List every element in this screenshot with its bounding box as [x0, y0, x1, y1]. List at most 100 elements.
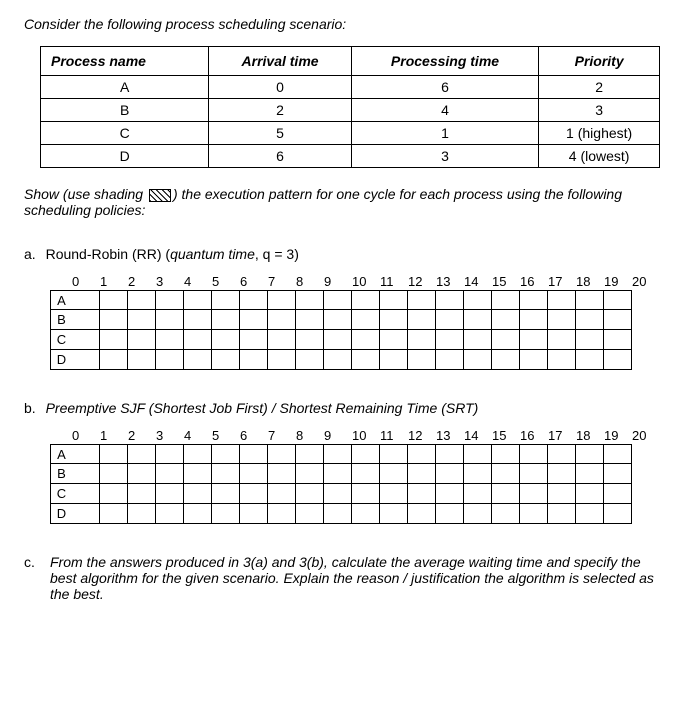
- gantt-cell: [604, 444, 632, 464]
- gantt-cell: [240, 330, 268, 350]
- table-header-row: Process name Arrival time Processing tim…: [41, 47, 660, 76]
- gantt-cell: [436, 464, 464, 484]
- gantt-cell: [520, 310, 548, 330]
- gantt-cell: [408, 310, 436, 330]
- gantt-cell: [492, 464, 520, 484]
- gantt-cell: [576, 290, 604, 310]
- intro-text: Consider the following process schedulin…: [24, 16, 667, 32]
- gantt-cell: [548, 290, 576, 310]
- gantt-cell: [296, 310, 324, 330]
- gantt-cell: [520, 464, 548, 484]
- time-label: 8: [296, 428, 324, 443]
- table-row: A 0 6 2: [41, 76, 660, 99]
- gantt-cell: [324, 310, 352, 330]
- gantt-cell: [184, 310, 212, 330]
- gantt-cell: [212, 464, 240, 484]
- cell-name: A: [41, 76, 209, 99]
- time-label: 11: [380, 428, 408, 443]
- gantt-cell: [352, 330, 380, 350]
- cell-processing: 1: [351, 122, 539, 145]
- gantt-row: D: [50, 350, 667, 370]
- gantt-cell: [100, 290, 128, 310]
- th-arrival: Arrival time: [209, 47, 351, 76]
- gantt-b: 01234567891011121314151617181920ABCD: [50, 428, 667, 524]
- gantt-cell: [408, 330, 436, 350]
- gantt-cell: [492, 290, 520, 310]
- gantt-cell: [380, 350, 408, 370]
- gantt-cell: [520, 350, 548, 370]
- gantt-a: 01234567891011121314151617181920ABCD: [50, 274, 667, 370]
- gantt-cell: [492, 330, 520, 350]
- gantt-cell: [464, 464, 492, 484]
- gantt-cell: [604, 350, 632, 370]
- time-label: 14: [464, 428, 492, 443]
- instruction-pre: Show (use shading: [24, 186, 147, 202]
- cell-name: C: [41, 122, 209, 145]
- gantt-cell: [156, 330, 184, 350]
- section-c: c. From the answers produced in 3(a) and…: [24, 554, 667, 602]
- gantt-cell: [240, 290, 268, 310]
- th-processing: Processing time: [351, 47, 539, 76]
- cell-priority: 2: [539, 76, 660, 99]
- gantt-cell: [212, 330, 240, 350]
- gantt-cell: [100, 484, 128, 504]
- time-label: 17: [548, 274, 576, 289]
- gantt-cell: [352, 464, 380, 484]
- gantt-cell: [100, 350, 128, 370]
- gantt-cell: [268, 444, 296, 464]
- gantt-cell: [296, 504, 324, 524]
- gantt-cell: [128, 464, 156, 484]
- gantt-row-label: A: [50, 444, 72, 464]
- gantt-cell: [464, 290, 492, 310]
- time-label: 16: [520, 274, 548, 289]
- time-label: 4: [184, 274, 212, 289]
- process-table: Process name Arrival time Processing tim…: [40, 46, 660, 168]
- gantt-cell: [184, 484, 212, 504]
- section-a-marker: a.: [24, 246, 36, 262]
- gantt-cell: [436, 444, 464, 464]
- time-label: 12: [408, 274, 436, 289]
- gantt-cell: [464, 310, 492, 330]
- gantt-cell: [408, 504, 436, 524]
- table-row: C 5 1 1 (highest): [41, 122, 660, 145]
- gantt-cell: [128, 484, 156, 504]
- gantt-cell: [240, 464, 268, 484]
- gantt-cell: [492, 484, 520, 504]
- cell-priority: 1 (highest): [539, 122, 660, 145]
- cell-processing: 3: [351, 145, 539, 168]
- gantt-cell: [548, 330, 576, 350]
- gantt-cell: [492, 310, 520, 330]
- cell-arrival: 5: [209, 122, 351, 145]
- time-label: 13: [436, 428, 464, 443]
- gantt-cell: [268, 290, 296, 310]
- gantt-cell: [212, 444, 240, 464]
- gantt-cell: [240, 350, 268, 370]
- gantt-row: A: [50, 290, 667, 310]
- time-label: 10: [352, 428, 380, 443]
- gantt-cell: [380, 310, 408, 330]
- cell-processing: 6: [351, 76, 539, 99]
- gantt-cell: [520, 504, 548, 524]
- time-label: 16: [520, 428, 548, 443]
- gantt-cell: [128, 444, 156, 464]
- gantt-cell: [604, 504, 632, 524]
- gantt-cell: [324, 290, 352, 310]
- gantt-cell: [520, 444, 548, 464]
- gantt-cell: [296, 464, 324, 484]
- time-label: 3: [156, 274, 184, 289]
- gantt-row-label: B: [50, 464, 72, 484]
- gantt-cell: [100, 504, 128, 524]
- gantt-cell: [128, 290, 156, 310]
- gantt-cell: [576, 504, 604, 524]
- gantt-cell: [464, 484, 492, 504]
- cell-arrival: 0: [209, 76, 351, 99]
- gantt-cell: [436, 330, 464, 350]
- time-label: 19: [604, 274, 632, 289]
- table-row: B 2 4 3: [41, 99, 660, 122]
- gantt-row: B: [50, 310, 667, 330]
- gantt-row: B: [50, 464, 667, 484]
- gantt-cell: [324, 350, 352, 370]
- gantt-cell: [324, 464, 352, 484]
- gantt-cell: [296, 290, 324, 310]
- gantt-cell: [156, 464, 184, 484]
